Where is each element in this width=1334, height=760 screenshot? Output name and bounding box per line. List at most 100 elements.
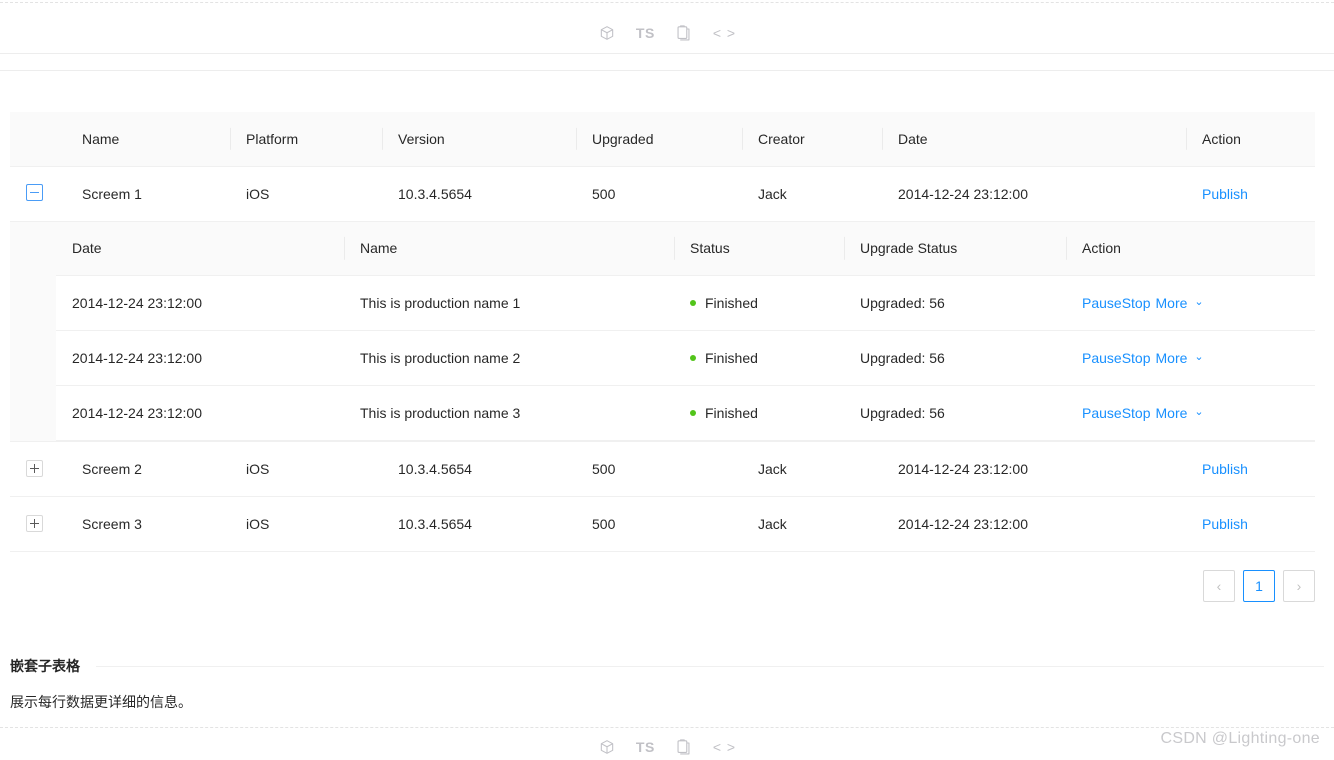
status-dot-icon	[690, 355, 696, 361]
table-row[interactable]: Screem 3 iOS 10.3.4.5654 500 Jack 2014-1…	[10, 496, 1315, 552]
codesandbox-icon[interactable]	[598, 22, 616, 44]
chevron-down-icon[interactable]: ⌄	[1194, 351, 1203, 363]
sub-table-row[interactable]: 2014-12-24 23:12:00 This is production n…	[56, 275, 1315, 331]
publish-link[interactable]: Publish	[1202, 186, 1248, 202]
sub-cell-action: Pause Stop More ⌄	[1066, 330, 1315, 386]
status-dot-icon	[690, 300, 696, 306]
stop-link[interactable]: Stop	[1122, 295, 1151, 311]
header-divider-1	[0, 53, 1334, 54]
clipboard-icon[interactable]	[675, 736, 693, 758]
cell-creator: Jack	[742, 496, 882, 552]
status-badge: Finished	[690, 405, 828, 421]
pause-link[interactable]: Pause	[1082, 405, 1122, 421]
status-dot-icon	[690, 410, 696, 416]
table-row[interactable]: Screem 2 iOS 10.3.4.5654 500 Jack 2014-1…	[10, 441, 1315, 497]
publish-link[interactable]: Publish	[1202, 516, 1248, 532]
status-badge: Finished	[690, 350, 828, 366]
cell-name: Screem 3	[66, 496, 230, 552]
sub-cell-status: Finished	[674, 275, 844, 331]
column-divider	[674, 237, 675, 260]
pagination-prev-button[interactable]: ‹	[1203, 570, 1235, 602]
pause-link[interactable]: Pause	[1082, 350, 1122, 366]
pagination-page-1[interactable]: 1	[1243, 570, 1275, 602]
typescript-icon[interactable]: TS	[636, 22, 655, 44]
sub-cell-date: 2014-12-24 23:12:00	[56, 330, 344, 386]
sub-table-body: 2014-12-24 23:12:00 This is production n…	[56, 275, 1315, 441]
pagination: ‹ 1 ›	[1203, 570, 1315, 602]
codesandbox-icon[interactable]	[598, 736, 616, 758]
pagination-next-button[interactable]: ›	[1283, 570, 1315, 602]
chevron-down-icon[interactable]: ⌄	[1194, 296, 1203, 308]
column-divider	[230, 127, 231, 150]
clipboard-icon[interactable]	[675, 22, 693, 44]
sub-column-header-upgrade-status: Upgrade Status	[844, 221, 1066, 276]
publish-link[interactable]: Publish	[1202, 461, 1248, 477]
watermark: CSDN @Lighting-one	[1160, 730, 1320, 747]
sub-cell-upgrade-status: Upgraded: 56	[844, 330, 1066, 386]
cell-version: 10.3.4.5654	[382, 496, 576, 552]
column-header-creator: Creator	[742, 112, 882, 167]
section-description: 展示每行数据更详细的信息。	[10, 694, 192, 710]
pause-link[interactable]: Pause	[1082, 295, 1122, 311]
column-divider	[844, 237, 845, 260]
top-dashed-divider	[0, 2, 1334, 3]
sub-table-row[interactable]: 2014-12-24 23:12:00 This is production n…	[56, 330, 1315, 386]
nested-table-container: Name Platform Version Upgraded Creator D…	[10, 112, 1315, 552]
column-header-creator-label: Creator	[758, 130, 805, 147]
sub-column-header-status: Status	[674, 221, 844, 276]
row-expand-button[interactable]	[26, 514, 43, 532]
table-row[interactable]: Screem 1 iOS 10.3.4.5654 500 Jack 2014-1…	[10, 166, 1315, 222]
chevron-down-icon[interactable]: ⌄	[1194, 406, 1203, 418]
column-divider	[1066, 237, 1067, 260]
sub-cell-status: Finished	[674, 330, 844, 386]
more-link[interactable]: More	[1156, 295, 1188, 311]
nested-table-indent: Date Name Status Upgrade Status Action 2…	[10, 221, 1315, 441]
expand-cell	[10, 496, 66, 552]
cell-platform: iOS	[230, 441, 382, 497]
sub-cell-name: This is production name 1	[344, 275, 674, 331]
action-link-group: Pause Stop More ⌄	[1082, 405, 1204, 421]
sub-column-header-name: Name	[344, 221, 674, 276]
code-brackets-icon[interactable]: < >	[713, 22, 736, 44]
column-divider	[882, 127, 883, 150]
cell-version: 10.3.4.5654	[382, 441, 576, 497]
sub-table-row[interactable]: 2014-12-24 23:12:00 This is production n…	[56, 385, 1315, 441]
cell-action: Publish	[1186, 496, 1315, 552]
cell-platform: iOS	[230, 496, 382, 552]
more-link[interactable]: More	[1156, 405, 1188, 421]
row-collapse-button[interactable]	[26, 184, 43, 201]
more-link[interactable]: More	[1156, 350, 1188, 366]
sub-cell-date: 2014-12-24 23:12:00	[56, 275, 344, 331]
column-header-date: Date	[882, 112, 1186, 167]
expanded-detail-row: Date Name Status Upgrade Status Action 2…	[10, 221, 1315, 442]
expand-cell	[10, 441, 66, 497]
sub-column-header-upgrade-status-label: Upgrade Status	[860, 240, 958, 257]
column-header-name: Name	[66, 112, 230, 167]
column-header-upgraded: Upgraded	[576, 112, 742, 167]
sub-table-header: Date Name Status Upgrade Status Action	[56, 221, 1315, 276]
code-brackets-icon[interactable]: < >	[713, 736, 736, 758]
column-divider	[344, 237, 345, 260]
header-divider-2	[0, 70, 1334, 71]
cell-upgraded: 500	[576, 166, 742, 222]
stop-link[interactable]: Stop	[1122, 350, 1151, 366]
sub-column-header-date: Date	[56, 221, 344, 276]
row-expand-button[interactable]	[26, 459, 43, 477]
sub-column-header-action: Action	[1066, 221, 1315, 276]
column-divider	[1186, 127, 1187, 150]
column-divider	[742, 127, 743, 150]
cell-date: 2014-12-24 23:12:00	[882, 166, 1186, 222]
demo-toolbar-bottom: TS < >	[0, 730, 1334, 760]
cell-name: Screem 1	[66, 166, 230, 222]
section-divider	[96, 665, 1324, 667]
bottom-dashed-divider	[0, 727, 1334, 728]
action-link-group: Pause Stop More ⌄	[1082, 350, 1204, 366]
sub-column-header-status-label: Status	[690, 240, 730, 257]
column-header-action-label: Action	[1202, 130, 1241, 147]
stop-link[interactable]: Stop	[1122, 405, 1151, 421]
outer-table-body: Screem 1 iOS 10.3.4.5654 500 Jack 2014-1…	[10, 166, 1315, 552]
typescript-icon[interactable]: TS	[636, 736, 655, 758]
demo-toolbar-top: TS < >	[0, 16, 1334, 50]
section-title-row: 嵌套子表格	[10, 656, 1324, 676]
sub-table: Date Name Status Upgrade Status Action 2…	[56, 221, 1315, 441]
